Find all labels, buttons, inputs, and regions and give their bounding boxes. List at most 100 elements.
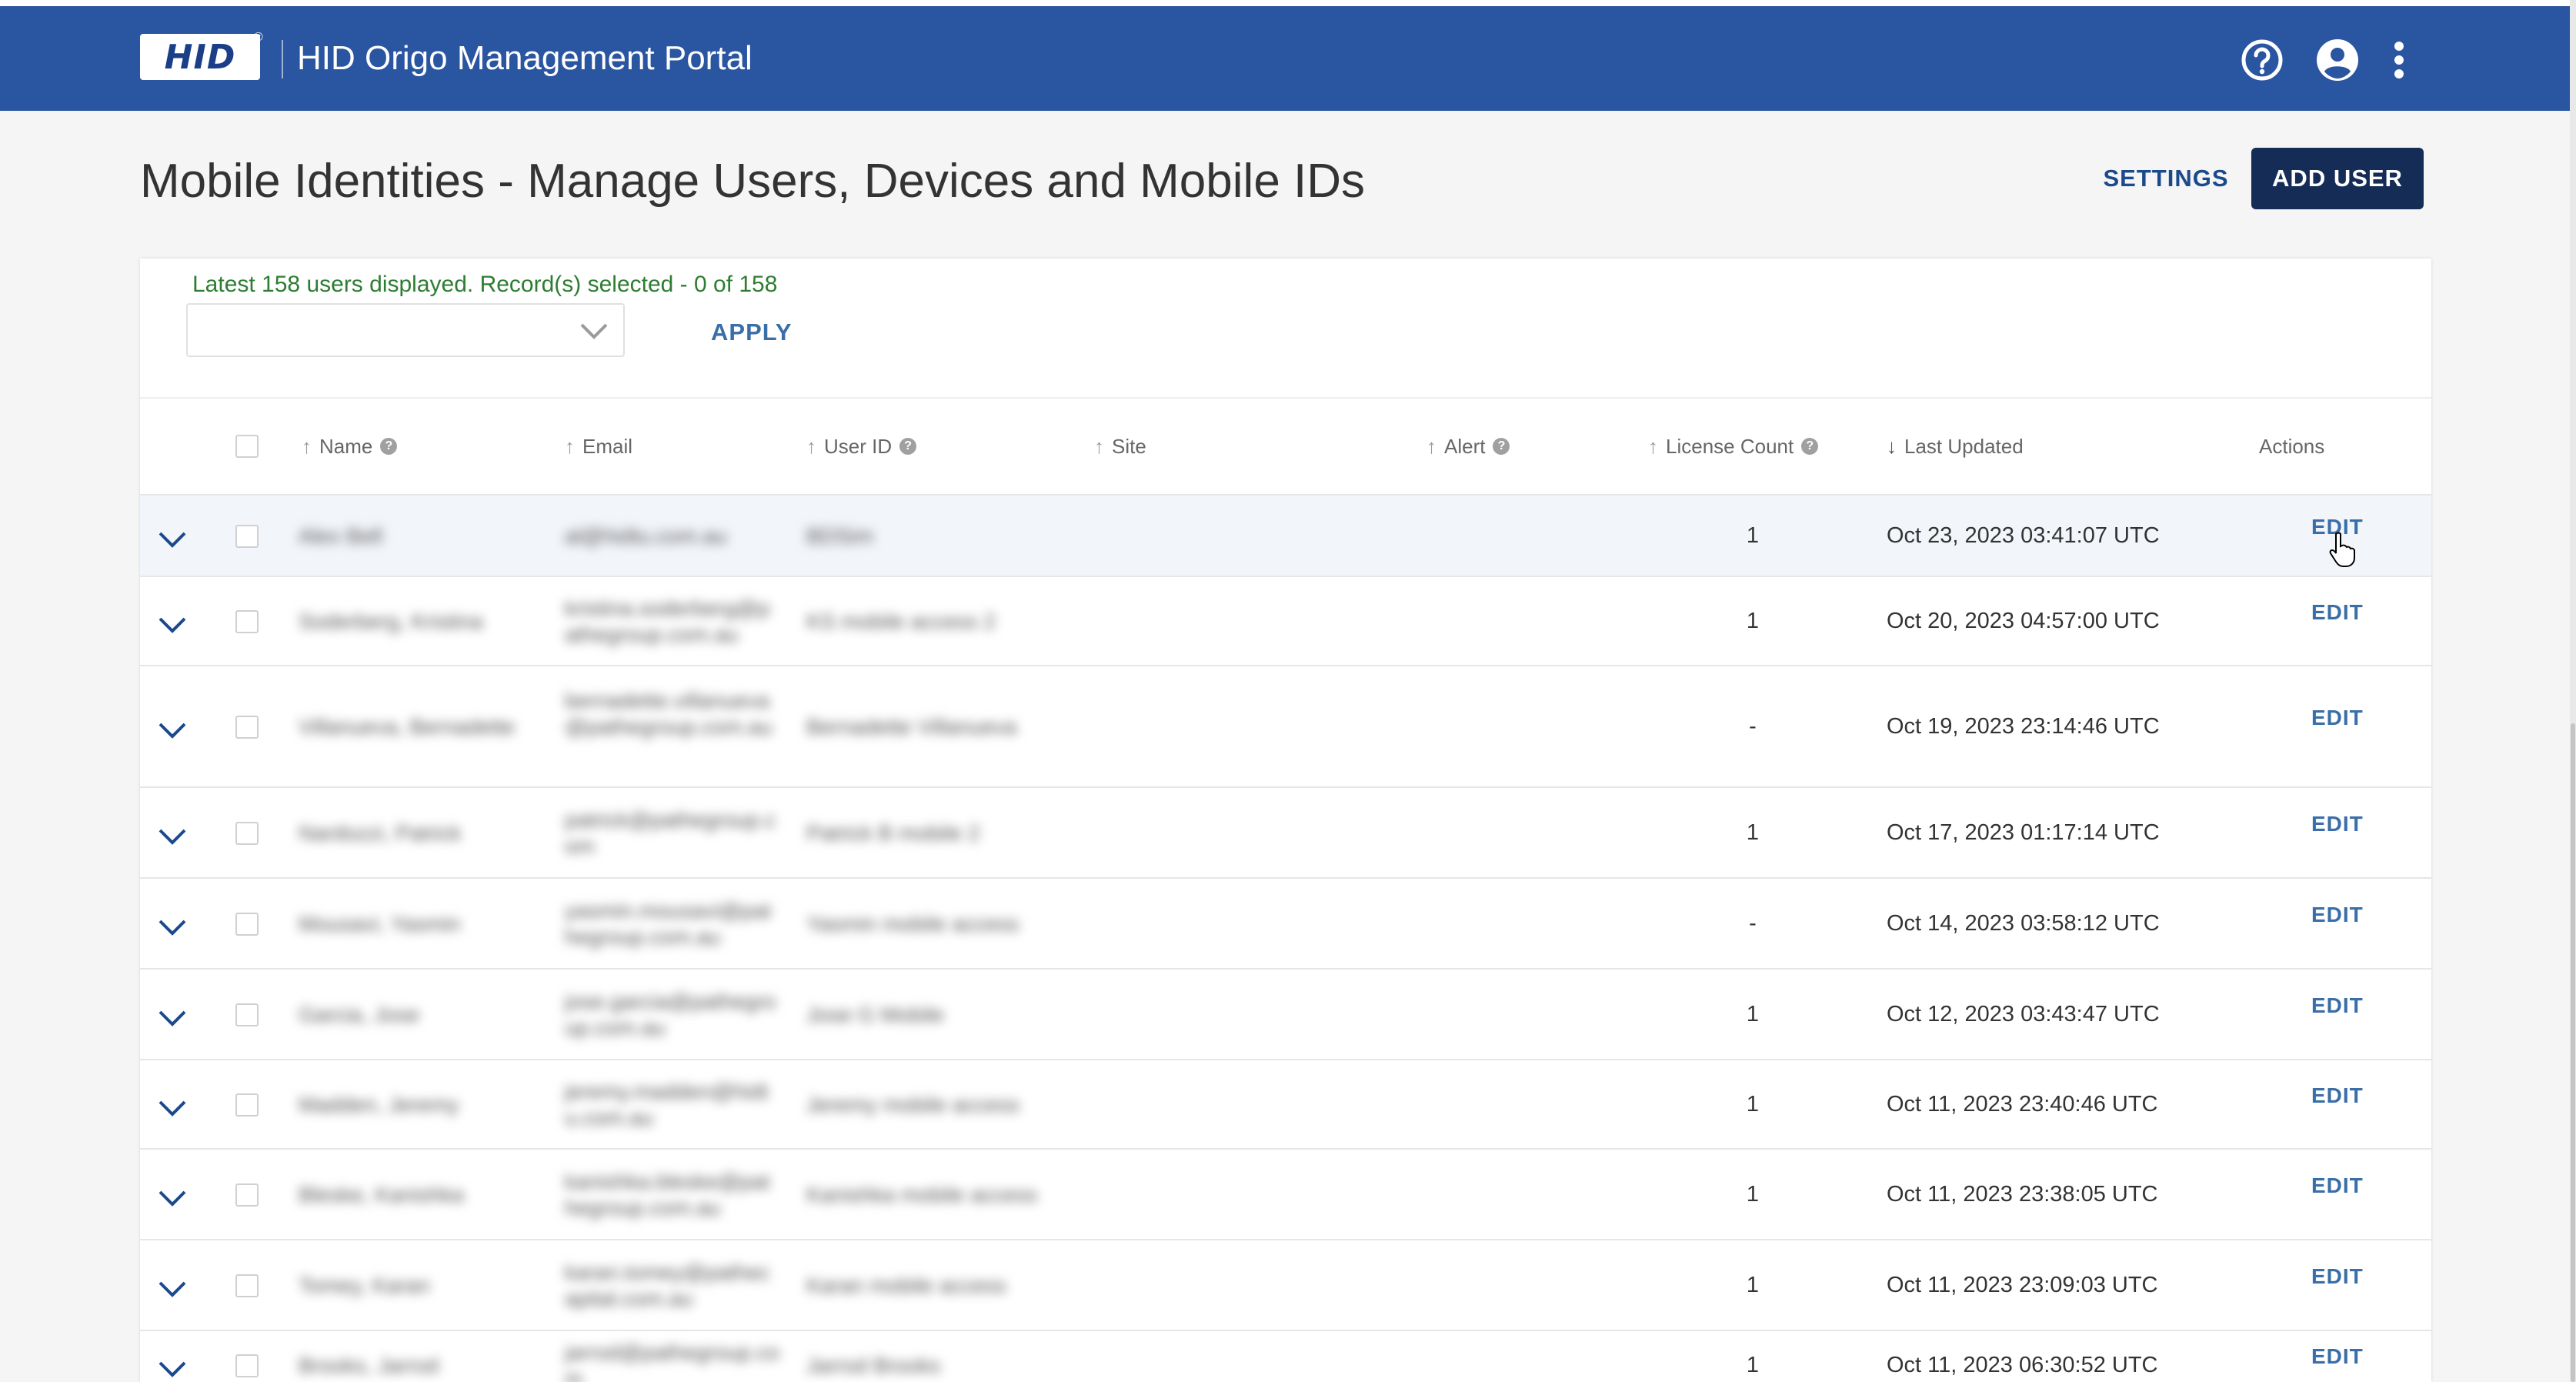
column-label: Actions [2259,434,2325,458]
row-checkbox[interactable] [235,716,259,739]
edit-button[interactable]: EDIT [2311,1173,2364,1198]
account-icon[interactable] [2314,37,2361,83]
user-name: Alex Bell [299,524,382,548]
row-checkbox[interactable] [235,1274,259,1297]
table-row[interactable]: Villanueva, Bernadette bernadette.villanu… [140,665,2431,786]
edit-button[interactable]: EDIT [2311,600,2364,625]
expand-row-icon[interactable] [157,529,188,550]
user-name: Soderberg, Kristina [299,609,483,633]
last-updated: Oct 11, 2023 23:38:05 UTC [1887,1182,2158,1207]
row-checkbox[interactable] [235,1354,259,1377]
row-checkbox[interactable] [235,525,259,548]
last-updated: Oct 11, 2023 06:30:52 UTC [1887,1353,2158,1377]
license-count: 1 [1746,523,1760,548]
page-title: Mobile Identities - Manage Users, Device… [140,155,1366,208]
scrollbar-thumb[interactable] [2571,723,2575,1382]
user-email: jose.garcia@pathegroup.com.au [565,990,776,1040]
license-count: 1 [1746,1182,1760,1207]
user-id: BDSim [806,524,874,548]
table-row[interactable]: Tomey, Karan karan.tomey@pathecapital.com… [140,1239,2431,1330]
column-label: Name [319,434,373,458]
chevron-down-icon [580,323,608,339]
table-row[interactable]: Brooks, Jarrod jarrod@pathegroup.com Jarro… [140,1330,2431,1382]
table-row[interactable]: Bleske, Kanishka kanishka.bleske@pathegro… [140,1148,2431,1239]
user-email: yasmin.mousavi@pathegroup.com.au [565,899,772,949]
edit-button[interactable]: EDIT [2311,706,2364,730]
user-email: jarrod@pathegroup.com [565,1340,780,1382]
help-icon[interactable]: ? [1801,438,1819,455]
user-email: bernadette.villanueva@pathegroup.com.au [565,689,772,739]
license-count: 1 [1746,1092,1760,1117]
expand-row-icon[interactable] [157,1007,188,1029]
row-checkbox[interactable] [235,1093,259,1117]
settings-button[interactable]: SETTINGS [2093,154,2239,203]
edit-button[interactable]: EDIT [2311,812,2364,836]
user-email: al@hidtu.com.au [565,524,727,548]
user-name: Madden, Jeremy [299,1093,459,1117]
add-user-button[interactable]: ADD USER [2251,148,2424,209]
row-checkbox[interactable] [235,913,259,936]
bulk-action-select[interactable] [186,303,625,357]
table-row[interactable]: Nardozzi, Patrick patrick@pathegroup.com P… [140,786,2431,877]
sort-arrow-icon: ↑ [302,434,312,458]
logo-text: HID [164,37,236,77]
expand-row-icon[interactable] [157,719,188,741]
edit-button[interactable]: EDIT [2311,1083,2364,1108]
expand-row-icon[interactable] [157,1097,188,1119]
user-id: Patrick B mobile 2 [806,821,980,845]
row-checkbox[interactable] [235,1003,259,1026]
table-row[interactable]: Madden, Jeremy jeremy.madden@hidtu.com.au… [140,1059,2431,1148]
column-header-name[interactable]: ↑ Name ? [302,399,398,494]
column-header-user-id[interactable]: ↑ User ID ? [806,399,917,494]
column-label: Email [582,434,633,458]
help-icon[interactable]: ? [380,438,398,455]
column-header-license-count[interactable]: ↑ License Count ? [1648,399,1819,494]
sort-arrow-icon: ↑ [1094,434,1104,458]
apply-button[interactable]: APPLY [711,311,792,354]
expand-row-icon[interactable] [157,614,188,636]
user-id: Jarrod Brooks [806,1354,941,1377]
user-id: Jeremy mobile access [806,1093,1019,1117]
sort-arrow-icon: ↑ [1648,434,1658,458]
mouse-cursor-icon [2329,532,2355,567]
table-row[interactable]: Soderberg, Kristina kristina.soderberg@pa… [140,576,2431,665]
table-row[interactable]: Alex Bell al@hidtu.com.au BDSim 1 Oct 23, 20… [140,494,2431,576]
more-vert-icon[interactable] [2377,37,2421,83]
license-count: - [1749,911,1757,936]
user-id: Kanishka mobile access [806,1183,1038,1207]
license-count: 1 [1746,1273,1760,1297]
edit-button[interactable]: EDIT [2311,1264,2364,1289]
select-all-checkbox[interactable] [235,435,259,458]
help-icon[interactable]: ? [899,438,917,455]
last-updated: Oct 20, 2023 04:57:00 UTC [1887,609,2160,633]
edit-button[interactable]: EDIT [2311,903,2364,927]
expand-row-icon[interactable] [157,916,188,938]
column-header-email[interactable]: ↑ Email [565,399,632,494]
column-header-site[interactable]: ↑ Site [1094,399,1146,494]
user-id: Yasmin mobile access [806,912,1019,936]
expand-row-icon[interactable] [157,1358,188,1380]
row-checkbox[interactable] [235,1183,259,1207]
expand-row-icon[interactable] [157,1187,188,1209]
table-row[interactable]: Garcia, Jose jose.garcia@pathegroup.com.a… [140,968,2431,1059]
sort-arrow-icon: ↑ [806,434,816,458]
edit-button[interactable]: EDIT [2311,993,2364,1018]
user-email: patrick@pathegroup.com [565,808,776,858]
hid-logo[interactable]: HID [140,34,260,80]
user-name: Tomey, Karan [299,1274,430,1297]
column-label: License Count [1666,434,1794,458]
column-header-alert[interactable]: ↑ Alert ? [1426,399,1510,494]
user-id: KS mobile access 2 [806,609,996,633]
edit-button[interactable]: EDIT [2311,1344,2364,1369]
expand-row-icon[interactable] [157,826,188,847]
column-header-actions: Actions [2259,399,2324,494]
table-row[interactable]: Mousavi, Yasmin yasmin.mousavi@pathegroup… [140,877,2431,968]
row-checkbox[interactable] [235,822,259,845]
help-icon[interactable] [2239,37,2285,83]
column-header-last-updated[interactable]: ↓ Last Updated [1887,399,2024,494]
help-icon[interactable]: ? [1493,438,1510,455]
sort-arrow-icon: ↑ [1426,434,1436,458]
expand-row-icon[interactable] [157,1278,188,1300]
row-checkbox[interactable] [235,610,259,633]
user-name: Garcia, Jose [299,1003,420,1026]
